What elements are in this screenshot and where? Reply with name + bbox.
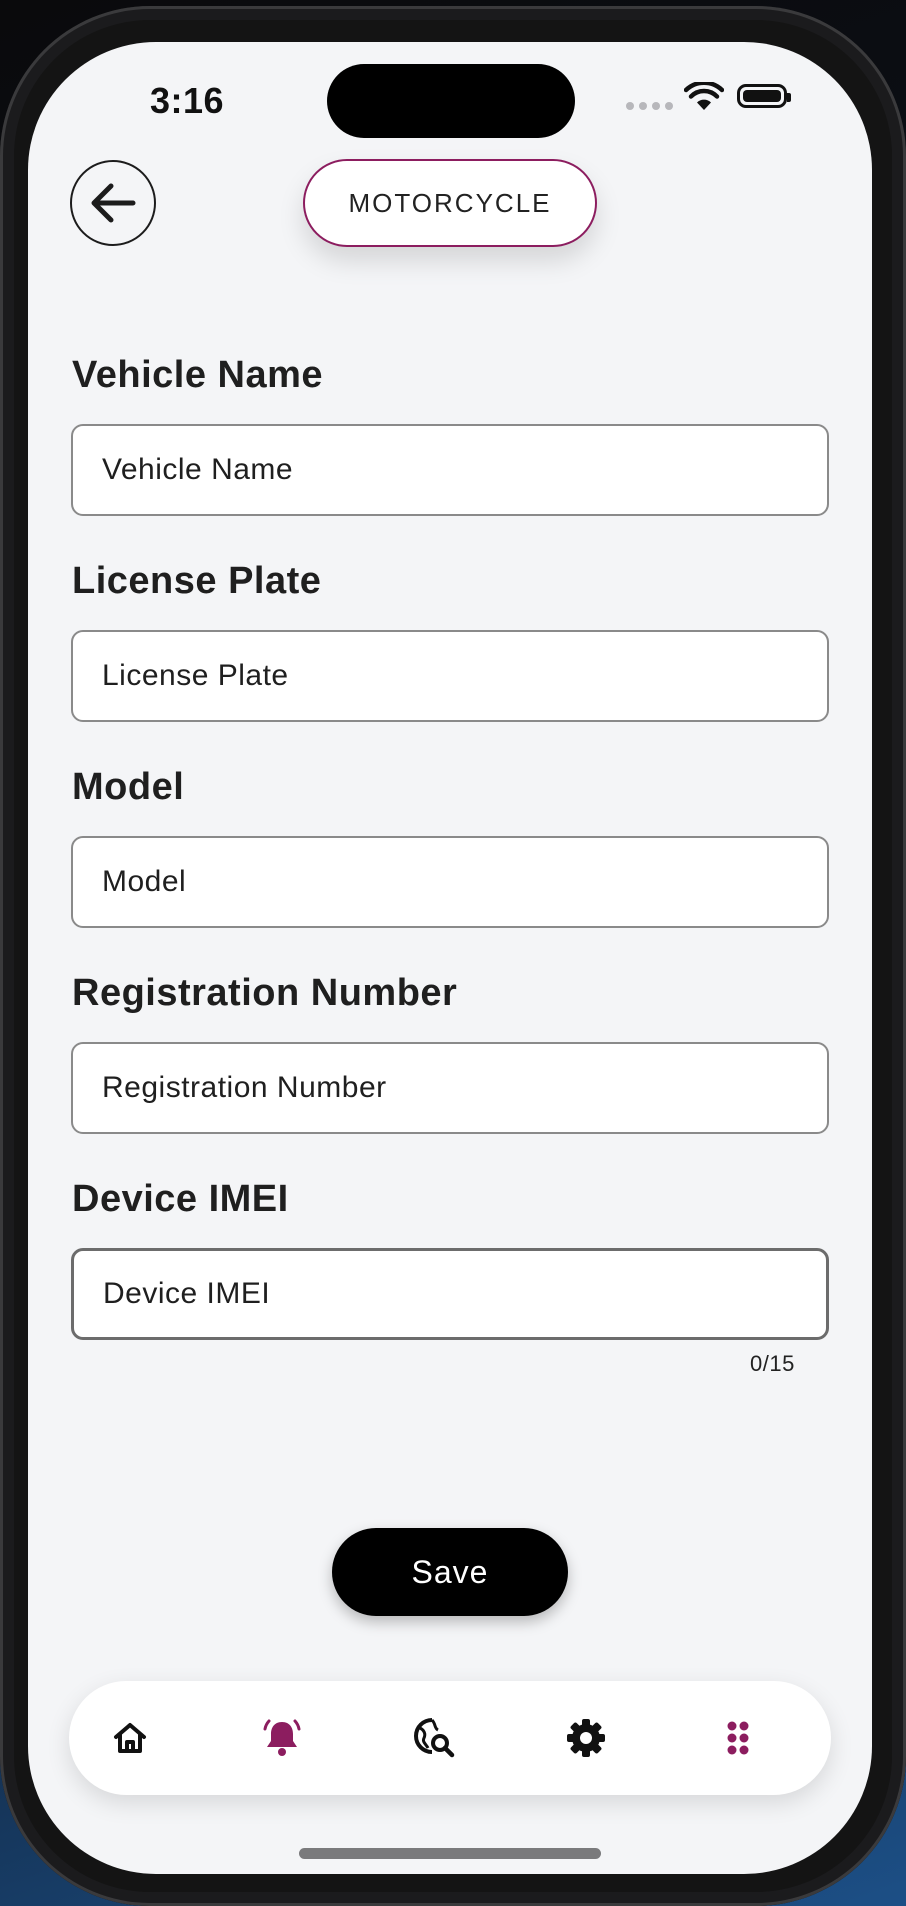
- grid-dots-icon: [727, 1721, 749, 1755]
- model-input[interactable]: [71, 836, 829, 928]
- registration-number-label: Registration Number: [72, 972, 458, 1014]
- nav-home[interactable]: [100, 1708, 160, 1768]
- license-plate-input[interactable]: [71, 630, 829, 722]
- model-label: Model: [72, 766, 185, 808]
- license-plate-label: License Plate: [72, 560, 322, 602]
- vehicle-name-label: Vehicle Name: [72, 354, 324, 396]
- app-screen: 3:16 MOTORCYCLE Vehicle Name License Pla…: [28, 42, 872, 1874]
- home-indicator[interactable]: [299, 1848, 601, 1859]
- nav-settings[interactable]: [556, 1708, 616, 1768]
- cellular-signal-icon: [626, 102, 673, 110]
- arrow-left-icon: [91, 183, 136, 223]
- vehicle-type-pill[interactable]: MOTORCYCLE: [303, 159, 597, 247]
- wifi-icon: [684, 82, 724, 110]
- nav-more[interactable]: [708, 1708, 768, 1768]
- registration-number-input[interactable]: [71, 1042, 829, 1134]
- save-button[interactable]: Save: [332, 1528, 568, 1616]
- bell-icon: [263, 1719, 301, 1756]
- dynamic-island: [327, 64, 575, 138]
- phone-frame: 3:16 MOTORCYCLE Vehicle Name License Pla…: [0, 6, 906, 1906]
- device-imei-input[interactable]: [71, 1248, 829, 1340]
- globe-search-icon: [414, 1718, 455, 1758]
- imei-character-counter: 0/15: [750, 1351, 795, 1376]
- back-button[interactable]: [70, 160, 156, 246]
- vehicle-name-input[interactable]: [71, 424, 829, 516]
- gear-icon: [567, 1719, 605, 1757]
- status-time: 3:16: [150, 80, 225, 121]
- home-icon: [114, 1723, 146, 1753]
- device-imei-label: Device IMEI: [72, 1178, 289, 1220]
- nav-map-search[interactable]: [404, 1708, 464, 1768]
- battery-icon: [737, 84, 791, 108]
- nav-alerts[interactable]: [252, 1708, 312, 1768]
- bottom-navigation: [69, 1681, 831, 1795]
